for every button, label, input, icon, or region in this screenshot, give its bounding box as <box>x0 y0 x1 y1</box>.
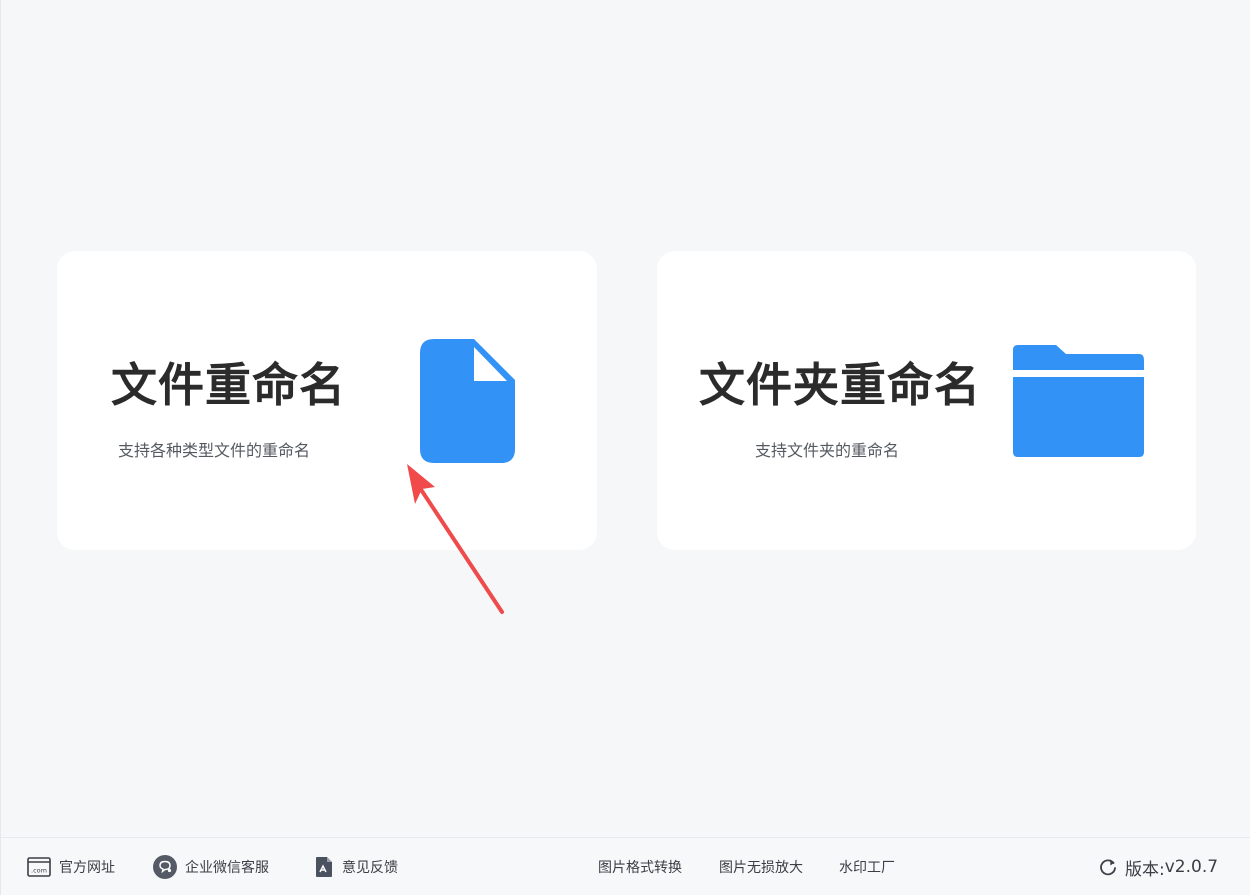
folder-icon <box>1012 343 1145 462</box>
svg-text:.com: .com <box>31 867 47 875</box>
wechat-service-link[interactable]: 企业微信客服 <box>153 838 269 895</box>
image-convert-link[interactable]: 图片格式转换 <box>598 838 682 895</box>
version-label: 版本: <box>1125 859 1165 880</box>
refresh-icon <box>1100 859 1116 876</box>
wechat-service-label: 企业微信客服 <box>185 860 269 876</box>
official-site-link[interactable]: .com 官方网址 <box>27 838 115 895</box>
folder-rename-description: 支持文件夹的重命名 <box>755 441 900 460</box>
folder-rename-title: 文件夹重命名 <box>699 358 981 412</box>
file-icon <box>420 339 515 467</box>
image-enlarge-link[interactable]: 图片无损放大 <box>719 838 803 895</box>
feedback-label: 意见反馈 <box>342 860 398 876</box>
official-site-label: 官方网址 <box>59 860 115 876</box>
file-rename-description: 支持各种类型文件的重命名 <box>118 441 311 460</box>
file-rename-title: 文件重命名 <box>111 358 346 412</box>
footer-bar: .com 官方网址 企业微信客服 意见反馈 图片格式转换 图片无损放大 水印工厂… <box>1 837 1250 895</box>
version-check[interactable]: 版本: v2.0.7 <box>1098 838 1218 895</box>
watermark-factory-label: 水印工厂 <box>839 860 895 876</box>
watermark-factory-link[interactable]: 水印工厂 <box>839 838 895 895</box>
wechat-icon <box>153 855 177 879</box>
feedback-link[interactable]: 意见反馈 <box>314 838 398 895</box>
folder-rename-card[interactable]: 文件夹重命名 支持文件夹的重命名 <box>657 251 1196 550</box>
version-value: v2.0.7 <box>1164 857 1219 877</box>
image-convert-label: 图片格式转换 <box>598 860 682 876</box>
image-enlarge-label: 图片无损放大 <box>719 860 803 876</box>
app-window: 文件重命名 支持各种类型文件的重命名 文件夹重命名 支持文件夹的重命名 .com… <box>0 0 1250 895</box>
feedback-icon <box>316 857 332 877</box>
file-rename-card[interactable]: 文件重命名 支持各种类型文件的重命名 <box>57 251 597 550</box>
website-com-icon: .com <box>27 857 51 877</box>
